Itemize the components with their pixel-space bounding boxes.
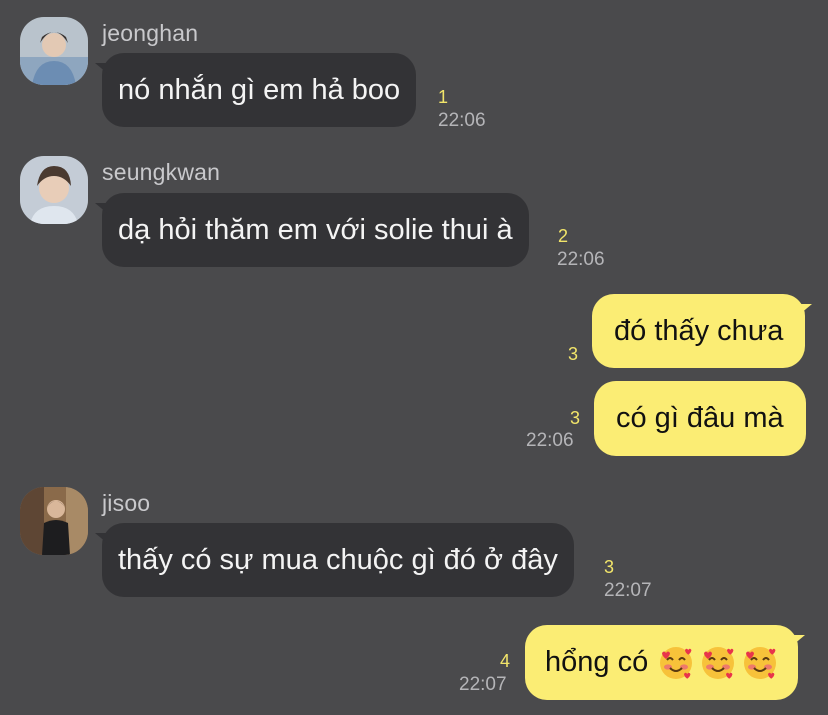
smiling-face-with-hearts-icon <box>700 645 736 681</box>
unread-count: 3 <box>604 557 615 577</box>
unread-count: 3 <box>570 408 581 428</box>
unread-count: 2 <box>558 226 569 246</box>
unread-count: 3 <box>568 344 579 364</box>
message-time: 22:06 <box>438 110 486 131</box>
message-text: nó nhắn gì em hả boo <box>118 73 401 106</box>
message-bubble-outgoing[interactable]: đó thấy chưa <box>592 294 813 368</box>
sender-name: jisoo <box>102 490 151 516</box>
message-time: 22:06 <box>526 430 574 451</box>
avatar-jisoo[interactable] <box>20 487 88 555</box>
message-text: đó thấy chưa <box>614 314 784 347</box>
smiling-face-with-hearts-icon <box>742 645 778 681</box>
sender-name: jeonghan <box>102 20 199 46</box>
message-text: hổng có <box>545 646 649 678</box>
smiling-face-with-hearts-icon <box>658 645 694 681</box>
message-text: dạ hỏi thăm em với solie thui à <box>118 213 513 246</box>
unread-count: 4 <box>500 651 511 671</box>
message-text: thấy có sự mua chuộc gì đó ở đây <box>118 543 558 576</box>
sender-name: seungkwan <box>102 159 221 185</box>
avatar-seungkwan[interactable] <box>20 156 88 224</box>
message-bubble-incoming[interactable]: thấy có sự mua chuộc gì đó ở đây <box>95 523 574 597</box>
message-bubble-outgoing[interactable]: hổng có <box>525 625 806 700</box>
avatar-jeonghan[interactable] <box>20 17 88 85</box>
message-time: 22:07 <box>459 674 507 695</box>
message-text: có gì đâu mà <box>616 402 784 434</box>
message-bubble-outgoing[interactable]: có gì đâu mà <box>594 381 806 456</box>
unread-count: 1 <box>438 87 449 107</box>
message-bubble-incoming[interactable]: dạ hỏi thăm em với solie thui à <box>95 193 529 267</box>
message-time: 22:07 <box>604 580 652 601</box>
message-bubble-incoming[interactable]: nó nhắn gì em hả boo <box>95 53 417 127</box>
message-time: 22:06 <box>557 249 605 270</box>
